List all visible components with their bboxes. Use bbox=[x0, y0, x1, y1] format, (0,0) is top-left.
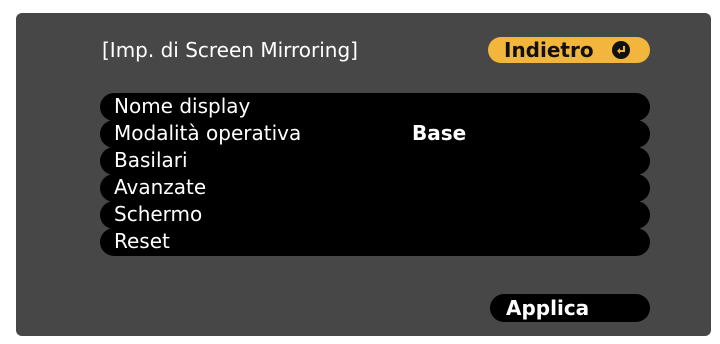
menu-item-value: Base bbox=[412, 121, 467, 145]
settings-menu-list: Nome display Modalità operativa Base Bas… bbox=[100, 93, 650, 256]
menu-item-label: Reset bbox=[114, 229, 170, 253]
menu-item-label: Avanzate bbox=[114, 175, 207, 199]
menu-item-reset[interactable]: Reset bbox=[100, 228, 650, 256]
menu-item-label: Modalità operativa bbox=[114, 121, 302, 145]
menu-item-nome-display[interactable]: Nome display bbox=[100, 93, 650, 121]
apply-button[interactable]: Applica bbox=[490, 294, 650, 322]
apply-button-label: Applica bbox=[506, 296, 590, 320]
back-button[interactable]: Indietro bbox=[488, 37, 650, 63]
menu-item-basilari[interactable]: Basilari bbox=[100, 147, 650, 175]
screen-mirroring-settings-panel: [Imp. di Screen Mirroring] Indietro Nome… bbox=[16, 13, 711, 336]
menu-item-label: Basilari bbox=[114, 148, 188, 172]
panel-title: [Imp. di Screen Mirroring] bbox=[102, 38, 358, 62]
menu-item-label: Nome display bbox=[114, 94, 251, 118]
menu-item-label: Schermo bbox=[114, 202, 203, 226]
back-button-label: Indietro bbox=[504, 38, 594, 62]
menu-item-modalita-operativa[interactable]: Modalità operativa Base bbox=[100, 120, 650, 148]
menu-item-schermo[interactable]: Schermo bbox=[100, 201, 650, 229]
enter-icon bbox=[612, 41, 630, 59]
menu-item-avanzate[interactable]: Avanzate bbox=[100, 174, 650, 202]
